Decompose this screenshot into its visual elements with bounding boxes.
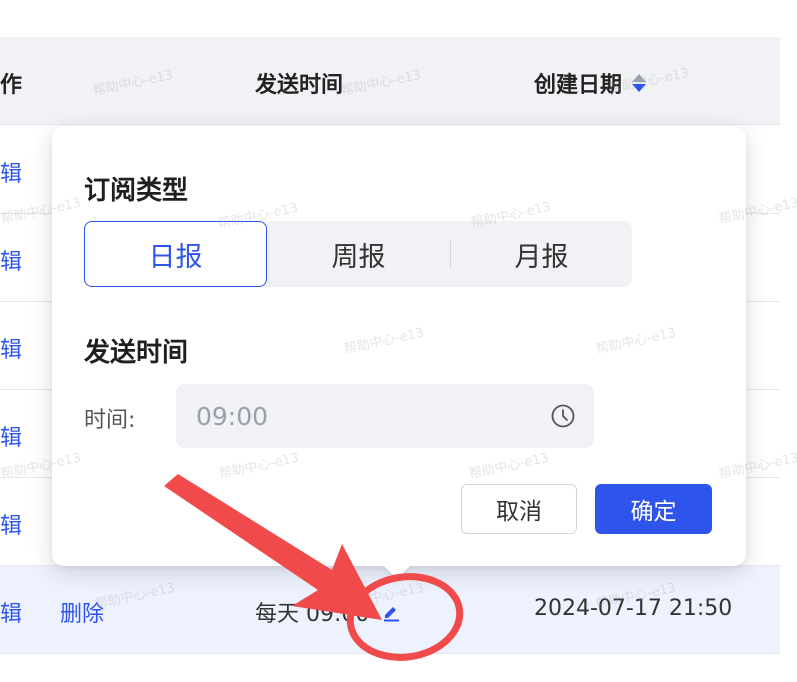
table-header: 作 发送时间 创建日期 bbox=[0, 37, 780, 125]
tab-monthly[interactable]: 月报 bbox=[450, 221, 633, 287]
tab-daily[interactable]: 日报 bbox=[84, 221, 267, 287]
time-picker-input[interactable]: 09:00 bbox=[176, 384, 594, 448]
send-time-cell: 每天 09:00 bbox=[255, 596, 401, 628]
edit-link[interactable]: 辑 bbox=[0, 420, 22, 452]
edit-link[interactable]: 辑 bbox=[0, 156, 22, 188]
subscription-popover: 订阅类型 日报 周报 月报 发送时间 时间: 09:00 取消 确定 bbox=[52, 126, 746, 566]
delete-link[interactable]: 删除 bbox=[60, 596, 104, 628]
subscription-type-title: 订阅类型 bbox=[84, 176, 189, 206]
clock-icon bbox=[550, 403, 576, 429]
pencil-icon[interactable] bbox=[381, 602, 401, 622]
header-operation: 作 bbox=[0, 73, 23, 98]
edit-link[interactable]: 辑 bbox=[0, 244, 22, 276]
edit-link[interactable]: 辑 bbox=[0, 508, 22, 540]
tab-weekly[interactable]: 周报 bbox=[267, 221, 450, 287]
sort-icon[interactable] bbox=[632, 72, 647, 94]
screenshot: 作 发送时间 创建日期 辑 辑 辑 辑 辑 辑 删除 每天 09:00 2024… bbox=[0, 0, 797, 682]
send-time-title: 发送时间 bbox=[84, 338, 189, 368]
header-created-date-label: 创建日期 bbox=[534, 73, 623, 98]
created-date-cell: 2024-07-17 21:50 bbox=[534, 596, 733, 621]
popover-arrow bbox=[383, 565, 411, 579]
table-row: 辑 删除 每天 09:00 2024-07-17 21:50 bbox=[0, 566, 780, 654]
cancel-button[interactable]: 取消 bbox=[461, 484, 577, 534]
report-type-segmented: 日报 周报 月报 bbox=[84, 221, 632, 287]
edit-link[interactable]: 辑 bbox=[0, 596, 22, 628]
header-send-time: 发送时间 bbox=[255, 73, 344, 98]
time-label: 时间: bbox=[84, 408, 136, 433]
send-time-value: 每天 09:00 bbox=[255, 602, 370, 627]
header-created-date[interactable]: 创建日期 bbox=[534, 67, 647, 99]
time-picker-value: 09:00 bbox=[196, 402, 269, 431]
confirm-button[interactable]: 确定 bbox=[595, 484, 712, 534]
edit-link[interactable]: 辑 bbox=[0, 332, 22, 364]
